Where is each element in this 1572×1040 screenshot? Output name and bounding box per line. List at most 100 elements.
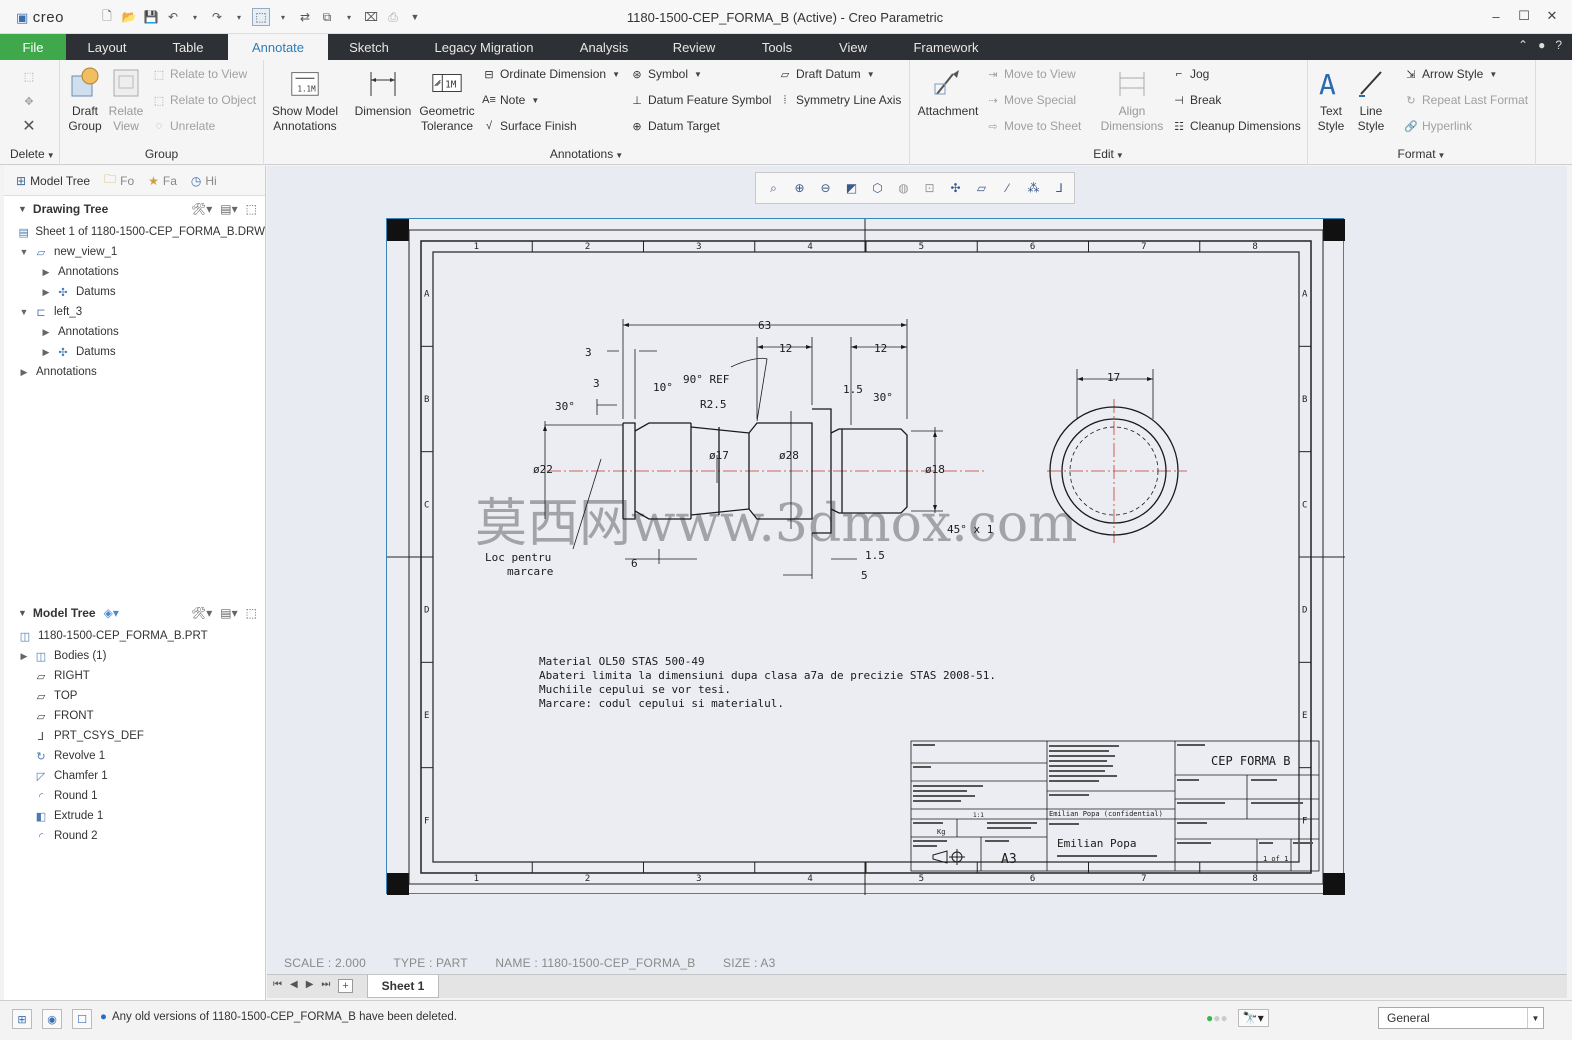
symbol-button[interactable]: ⊛ Symbol ▼ [630,64,702,84]
attachment-button[interactable]: Attachment [914,64,982,119]
move-to-sheet-button[interactable]: ⇨ Move to Sheet [986,116,1081,136]
tree-node-revolve[interactable]: ↻ Revolve 1 [4,746,265,766]
regen-status-icon[interactable]: ●●● [1206,1011,1228,1025]
full-screen-icon[interactable]: ☐ [72,1009,92,1029]
expand-icon[interactable]: ▼ [18,307,30,317]
show-icon[interactable]: ▤▾ [220,606,237,620]
tree-node-chamfer[interactable]: ◸ Chamfer 1 [4,766,265,786]
relate-to-object-button[interactable]: ⬚ Relate to Object [152,90,256,110]
drawing-sheet[interactable]: 1122334455667788AABBCCDDEEFF 63 3 3 12 1… [386,218,1345,895]
save-icon[interactable]: 💾 [142,8,160,26]
windows-dropdown-icon[interactable]: ▾ [340,8,358,26]
help-icon[interactable]: ? [1555,38,1562,52]
line-style-button[interactable]: Line Style [1352,64,1390,134]
tab-tools[interactable]: Tools [738,34,816,60]
next-sheet-icon[interactable]: ▶ [306,979,314,993]
tab-review[interactable]: Review [650,34,738,60]
tree-node-csys[interactable]: ⅃ PRT_CSYS_DEF [4,726,265,746]
break-button[interactable]: ⊣ Break [1172,90,1221,110]
maximize-icon[interactable]: ☐ [1514,6,1534,26]
tree-filter-icon[interactable]: ⬚ [246,202,257,216]
datum-display-icon[interactable]: ✣ [946,179,965,198]
format-group-label[interactable]: Format ▼ [1308,147,1535,161]
tree-node-view[interactable]: ▼ ⊏ left_3 [4,302,265,322]
zoom-in-icon[interactable]: ⊕ [790,179,809,198]
settings-icon[interactable]: 🛠▾ [191,606,212,620]
collapse-icon[interactable]: ▼ [18,204,27,214]
move-to-view-button[interactable]: ⇥ Move to View [986,64,1075,84]
expand-icon[interactable]: ▼ [18,247,30,257]
undo-dropdown-icon[interactable]: ▾ [186,8,204,26]
model-icon[interactable]: ◈▾ [104,606,119,620]
tree-node-annotations[interactable]: ▶ Annotations [4,322,265,342]
close-window-icon[interactable]: ⌧ [362,8,380,26]
navigator-toggle-icon[interactable]: ⊞ [12,1009,32,1029]
add-sheet-icon[interactable]: + [338,979,353,993]
first-sheet-icon[interactable]: ⏮ [273,979,282,993]
close-icon[interactable]: ✕ [1542,6,1562,26]
redo-dropdown-icon[interactable]: ▾ [230,8,248,26]
tree-node-annotations[interactable]: ▶ Annotations [4,262,265,282]
note-button[interactable]: A≡ Note ▼ [482,90,539,110]
print-icon[interactable]: ⎙ [384,8,402,26]
tab-framework[interactable]: Framework [890,34,1002,60]
tree-node-plane-top[interactable]: ▱ TOP [4,686,265,706]
customize-qat-icon[interactable]: ▼ [406,8,424,26]
repeat-last-format-button[interactable]: ↻ Repeat Last Format [1404,90,1528,110]
expand-icon[interactable]: ▶ [40,287,52,298]
tree-node-sheet[interactable]: ▤ Sheet 1 of 1180-1500-CEP_FORMA_B.DRW [4,222,265,242]
geometric-tolerance-button[interactable]: 1M Geometric Tolerance [416,64,478,134]
undo-icon[interactable]: ↶ [164,8,182,26]
tab-layout[interactable]: Layout [66,34,148,60]
collapse-icon[interactable]: ▼ [18,608,27,618]
graphics-area[interactable]: ⌕ ⊕ ⊖ ◩ ⬡ ◍ ⊡ ✣ ▱ ⁄ ⁂ ⅃ 1122334455667788… [267,166,1567,974]
text-style-button[interactable]: A Text Style [1312,64,1350,134]
tree-node-round[interactable]: ◜ Round 1 [4,786,265,806]
redo-icon[interactable]: ↷ [208,8,226,26]
move-icon[interactable]: ✥ [22,91,36,111]
symmetry-line-axis-button[interactable]: ⦙ Symmetry Line Axis [778,90,902,110]
edit-group-label[interactable]: Edit ▼ [910,147,1307,161]
windows-icon[interactable]: ⧉ [318,8,336,26]
show-icon[interactable]: ▤▾ [220,202,237,216]
tree-filter-icon[interactable]: ⬚ [246,606,257,620]
settings-icon[interactable]: 🛠▾ [191,202,212,216]
csys-display-icon[interactable]: ⅃ [1050,179,1069,198]
tab-analysis[interactable]: Analysis [558,34,650,60]
selection-filter-dropdown[interactable]: General ▼ [1378,1007,1544,1029]
drawing-tree-header[interactable]: ▼ Drawing Tree 🛠▾ ▤▾ ⬚ [4,196,265,222]
tab-file[interactable]: File [0,34,66,60]
tab-view[interactable]: View [816,34,890,60]
tree-node-plane-front[interactable]: ▱ FRONT [4,706,265,726]
tab-folder-browser[interactable]: 🗀 Fo [100,168,138,193]
select-dropdown-icon[interactable]: ▾ [274,8,292,26]
cleanup-dimensions-button[interactable]: ☷ Cleanup Dimensions [1172,116,1301,136]
expand-icon[interactable]: ▶ [40,347,52,358]
tab-history[interactable]: ◷ Hi [187,172,221,190]
show-model-annotations-button[interactable]: 1.1M Show Model Annotations [266,64,344,134]
annotations-group-label[interactable]: Annotations ▼ [264,147,909,161]
browser-toggle-icon[interactable]: ◉ [42,1009,62,1029]
delete-group-label[interactable]: Delete ▼ [10,147,59,161]
axis-display-icon[interactable]: ⁄ [998,179,1017,198]
regenerate-icon[interactable]: ⇄ [296,8,314,26]
point-display-icon[interactable]: ⁂ [1024,179,1043,198]
saved-views-icon[interactable]: ◍ [894,179,913,198]
repaint-icon[interactable]: ◩ [842,179,861,198]
unrelate-button[interactable]: ◌ Unrelate [152,116,216,136]
display-style-icon[interactable]: ⬡ [868,179,887,198]
tab-model-tree[interactable]: ⊞ Model Tree [12,172,94,190]
find-icon[interactable]: 🔭▾ [1237,1009,1269,1027]
tree-node-datums[interactable]: ▶ ✣ Datums [4,282,265,302]
view-manager-icon[interactable]: ⊡ [920,179,939,198]
last-sheet-icon[interactable]: ⏭ [321,979,330,993]
jog-button[interactable]: ⌐ Jog [1172,64,1210,84]
hyperlink-button[interactable]: 🔗 Hyperlink [1404,116,1472,136]
arrow-style-button[interactable]: ⇲ Arrow Style ▼ [1404,64,1497,84]
tree-node-plane-right[interactable]: ▱ RIGHT [4,666,265,686]
tab-table[interactable]: Table [148,34,228,60]
relate-to-view-button[interactable]: ⬚ Relate to View [152,64,247,84]
minimize-icon[interactable]: – [1486,6,1506,26]
datum-target-button[interactable]: ⊕ Datum Target [630,116,719,136]
zoom-out-icon[interactable]: ⊖ [816,179,835,198]
